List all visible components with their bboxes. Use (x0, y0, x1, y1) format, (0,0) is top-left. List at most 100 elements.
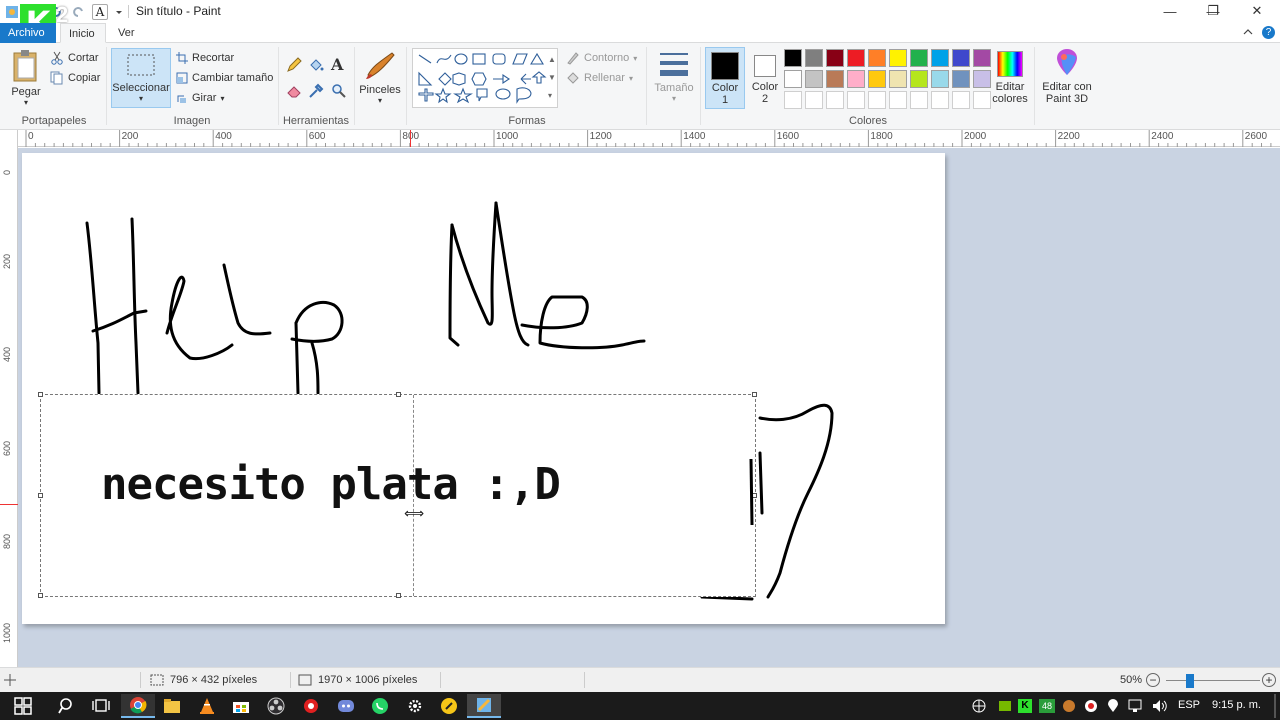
text-tool-icon[interactable]: A (331, 55, 343, 74)
task-view-icon[interactable] (84, 694, 118, 718)
volume-icon[interactable] (1148, 694, 1172, 718)
vlc-icon[interactable] (190, 694, 224, 718)
zoom-slider-track[interactable] (1166, 680, 1260, 681)
palette-swatch[interactable] (868, 49, 886, 67)
palette-swatch[interactable] (973, 49, 991, 67)
minimize-button[interactable]: — (1147, 0, 1193, 22)
palette-swatch[interactable] (889, 49, 907, 67)
edit-colors-button[interactable]: Editar colores (990, 49, 1030, 105)
copy-button[interactable]: Copiar (50, 69, 100, 87)
brushes-button[interactable]: Pinceles ▾ (358, 49, 402, 105)
paste-button[interactable]: Pegar ▾ (8, 49, 44, 107)
rotate-button[interactable]: Girar ▾ (176, 89, 224, 107)
tab-home[interactable]: Inicio (60, 23, 106, 43)
palette-swatch[interactable] (868, 91, 886, 109)
network-icon[interactable] (1124, 694, 1148, 718)
obs-icon[interactable] (259, 694, 293, 718)
color2-button[interactable]: Color 2 (746, 47, 784, 105)
resize-handle[interactable] (38, 593, 43, 598)
collapse-ribbon-icon[interactable] (1243, 27, 1253, 40)
red-tray-icon[interactable] (1080, 694, 1102, 718)
shapes-scroll-up-icon[interactable]: ▲ (548, 55, 556, 64)
k-tray-icon[interactable]: K (1014, 694, 1036, 718)
resize-handle[interactable] (38, 392, 43, 397)
shapes-gallery[interactable] (412, 48, 558, 108)
palette-swatch[interactable] (973, 91, 991, 109)
qat-dropdown-icon[interactable] (114, 4, 124, 20)
palette-swatch[interactable] (952, 49, 970, 67)
tab-file[interactable]: Archivo (0, 23, 56, 43)
redo-icon[interactable] (70, 4, 86, 20)
color-picker-icon[interactable] (308, 83, 324, 102)
palette-swatch[interactable] (931, 91, 949, 109)
palette-swatch[interactable] (910, 49, 928, 67)
fill-button[interactable]: Rellenar ▾ (566, 69, 633, 87)
yellow-app-icon[interactable] (432, 694, 466, 718)
cut-button[interactable]: Cortar (50, 49, 99, 67)
palette-swatch[interactable] (952, 91, 970, 109)
discord-icon[interactable] (329, 694, 363, 718)
resize-handle[interactable] (396, 392, 401, 397)
paint-app-icon[interactable] (4, 4, 20, 20)
palette-swatch[interactable] (847, 49, 865, 67)
palette-swatch[interactable] (826, 70, 844, 88)
fill-bucket-icon[interactable] (308, 57, 324, 76)
clock[interactable]: 9:15 p. m. (1212, 699, 1261, 711)
palette-swatch[interactable] (826, 91, 844, 109)
whatsapp-icon[interactable] (363, 694, 397, 718)
palette-swatch[interactable] (805, 91, 823, 109)
store-icon[interactable] (224, 694, 258, 718)
palette-swatch[interactable] (973, 70, 991, 88)
palette-swatch[interactable] (805, 49, 823, 67)
zoom-slider-thumb[interactable] (1186, 674, 1194, 688)
eraser-icon[interactable] (286, 83, 302, 102)
shapes-expand-icon[interactable]: ▾ (548, 91, 552, 100)
drawing-canvas[interactable]: necesito plata :,D ⟺ (22, 153, 945, 624)
palette-swatch[interactable] (847, 91, 865, 109)
chrome-icon[interactable] (121, 694, 155, 718)
file-explorer-icon[interactable] (155, 694, 189, 718)
palette-swatch[interactable] (826, 49, 844, 67)
search-icon[interactable] (50, 694, 84, 718)
location-tray-icon[interactable] (1102, 694, 1124, 718)
pencil-icon[interactable] (286, 57, 302, 76)
paint-taskbar-icon[interactable] (467, 694, 501, 718)
start-icon[interactable] (6, 694, 40, 718)
text-format-icon[interactable]: A (92, 3, 108, 20)
size-button[interactable]: Tamaño ▾ (652, 49, 696, 103)
settings-icon[interactable] (398, 694, 432, 718)
palette-swatch[interactable] (805, 70, 823, 88)
palette-swatch[interactable] (931, 70, 949, 88)
resize-handle[interactable] (396, 593, 401, 598)
crop-button[interactable]: Recortar (176, 49, 234, 67)
resize-handle[interactable] (752, 392, 757, 397)
resize-button[interactable]: Cambiar tamaño (176, 69, 273, 87)
palette-swatch[interactable] (784, 49, 802, 67)
palette-swatch[interactable] (931, 49, 949, 67)
palette-swatch[interactable] (952, 70, 970, 88)
palette-swatch[interactable] (910, 70, 928, 88)
select-button[interactable]: Seleccionar ▾ (111, 48, 171, 108)
palette-swatch[interactable] (910, 91, 928, 109)
palette-swatch[interactable] (784, 91, 802, 109)
tab-view[interactable]: Ver (110, 23, 143, 43)
palette-swatch[interactable] (889, 70, 907, 88)
edit-paint3d-button[interactable]: Editar con Paint 3D (1038, 49, 1096, 105)
color1-button[interactable]: Color 1 (705, 47, 745, 109)
language-indicator[interactable]: ESP (1178, 699, 1200, 711)
resize-handle[interactable] (38, 493, 43, 498)
red-app-icon[interactable] (294, 694, 328, 718)
close-button[interactable]: ✕ (1234, 0, 1280, 22)
palette-swatch[interactable] (784, 70, 802, 88)
restore-button[interactable]: ❐ (1190, 0, 1236, 22)
magnifier-icon[interactable] (331, 83, 347, 102)
badge-tray-icon[interactable]: 48 (1036, 694, 1058, 718)
palette-swatch[interactable] (847, 70, 865, 88)
palette-swatch[interactable] (868, 70, 886, 88)
help-icon[interactable]: ? (1262, 26, 1275, 39)
shapes-scroll-down-icon[interactable]: ▼ (548, 73, 556, 82)
selection-box[interactable]: necesito plata :,D (38, 392, 757, 598)
zoom-in-button[interactable]: + (1262, 673, 1276, 687)
palette-swatch[interactable] (889, 91, 907, 109)
orange-tray-icon[interactable] (1058, 694, 1080, 718)
